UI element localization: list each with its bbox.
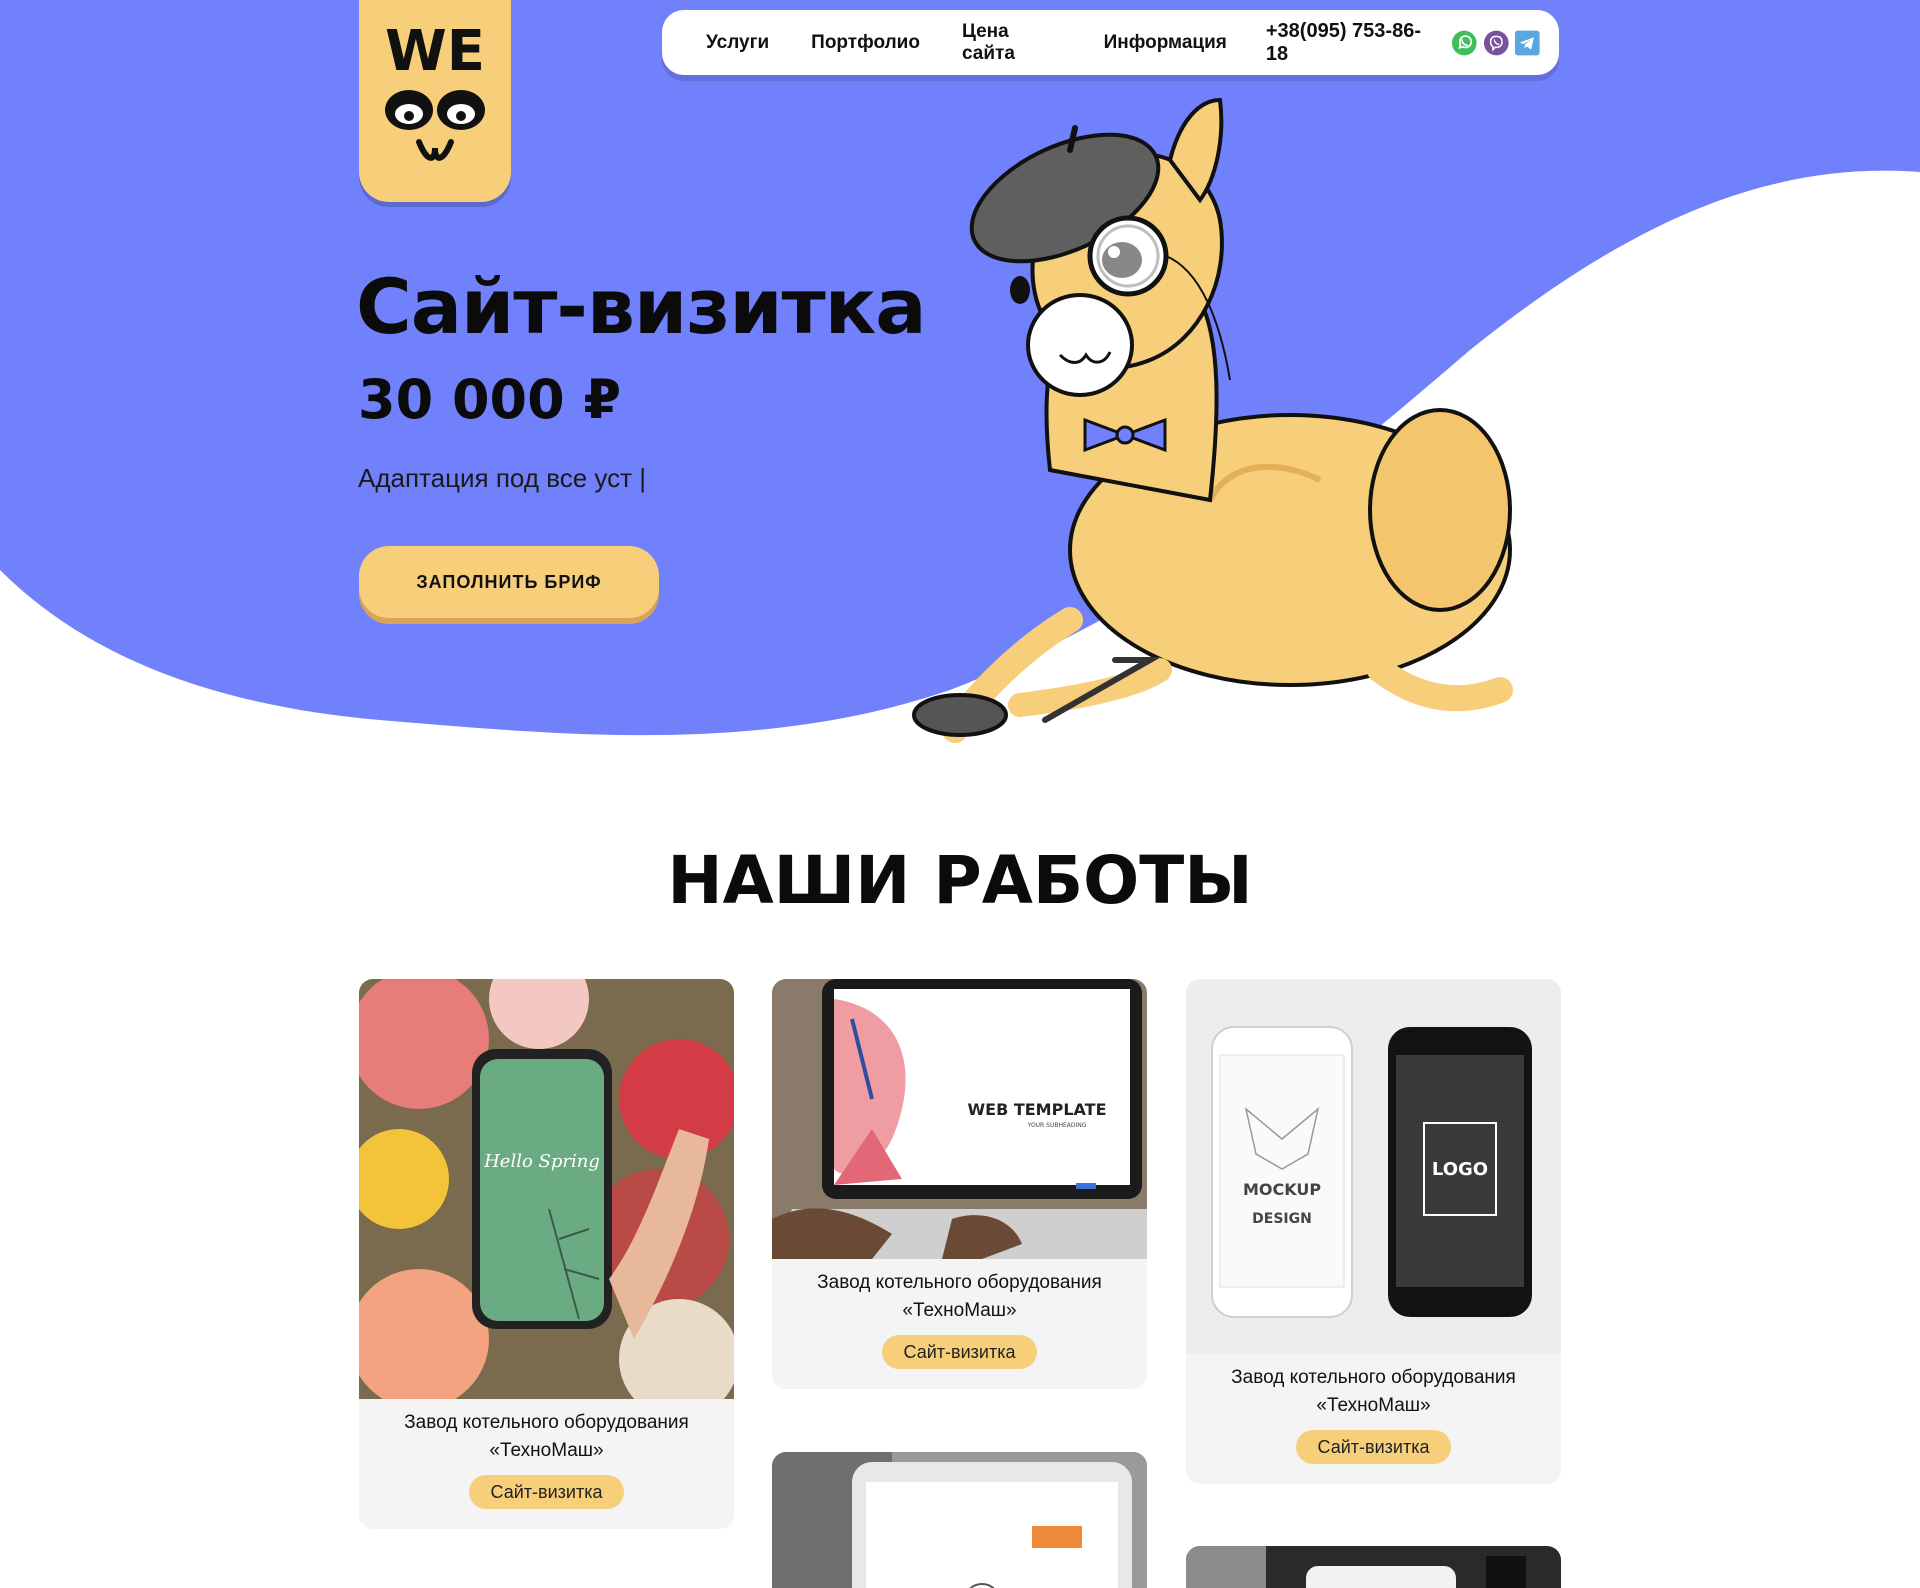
svg-text:Hello Spring: Hello Spring	[483, 1151, 600, 1172]
portfolio-card[interactable]: Hello Spring Завод котельного оборудован…	[359, 979, 734, 1529]
card-caption: Завод котельного оборудования «ТехноМаш»	[404, 1412, 689, 1461]
fill-brief-button[interactable]: ЗАПОЛНИТЬ БРИФ	[359, 546, 659, 618]
nav-item-portfolio[interactable]: Портфолио	[811, 32, 920, 54]
works-section-title: НАШИ РАБОТЫ	[667, 842, 1253, 919]
svg-text:LOGO: LOGO	[1432, 1159, 1488, 1180]
svg-text:WE: WE	[385, 20, 485, 84]
svg-text:DESIGN: DESIGN	[1252, 1211, 1312, 1227]
nav-item-site-price[interactable]: Цена сайта	[962, 21, 1062, 65]
laptop-web-template-image: WEB TEMPLATE YOUR SUBHEADING	[772, 979, 1147, 1259]
card-tag[interactable]: Сайт-визитка	[882, 1335, 1037, 1369]
alpaca-mascot-illustration	[912, 97, 1513, 743]
svg-text:MOCKUP: MOCKUP	[1243, 1180, 1321, 1199]
hero-price: 30 000 ₽	[358, 368, 622, 431]
card-tag[interactable]: Сайт-визитка	[1296, 1430, 1451, 1464]
portfolio-card[interactable]: MOCKUP DESIGN LOGO Завод котельного обор…	[1186, 979, 1561, 1484]
card-tag[interactable]: Сайт-визитка	[469, 1475, 624, 1509]
whatsapp-icon[interactable]	[1451, 29, 1478, 57]
portfolio-card[interactable]	[772, 1452, 1147, 1588]
card-caption: Завод котельного оборудования «ТехноМаш»	[1231, 1367, 1516, 1416]
svg-text:YOUR SUBHEADING: YOUR SUBHEADING	[1027, 1122, 1087, 1129]
portfolio-card[interactable]: WEB TEMPLATE YOUR SUBHEADING Завод котел…	[772, 979, 1147, 1389]
brand-logo[interactable]: WE	[359, 0, 511, 202]
hero-subtitle: Адаптация под все уст |	[358, 463, 647, 493]
phone-number[interactable]: +38(095) 753-86-18	[1266, 20, 1434, 66]
top-navigation: Услуги Портфолио Цена сайта Информация +…	[662, 10, 1559, 75]
dark-mockup-image	[1186, 1546, 1561, 1588]
portfolio-card[interactable]	[1186, 1546, 1561, 1588]
hero-title: Сайт-визитка	[356, 262, 927, 351]
nav-item-information[interactable]: Информация	[1104, 32, 1227, 54]
nav-item-services[interactable]: Услуги	[706, 32, 769, 54]
phone-spring-mockup-image: Hello Spring	[359, 979, 734, 1399]
cat-logo-icon: WE	[385, 20, 485, 161]
telegram-icon[interactable]	[1514, 29, 1541, 57]
card-caption: Завод котельного оборудования «ТехноМаш»	[817, 1272, 1102, 1321]
viber-icon[interactable]	[1483, 29, 1510, 57]
two-phones-mockup-image: MOCKUP DESIGN LOGO	[1186, 979, 1561, 1354]
svg-text:WEB TEMPLATE: WEB TEMPLATE	[967, 1100, 1106, 1119]
tablet-mockup-image	[772, 1452, 1147, 1588]
